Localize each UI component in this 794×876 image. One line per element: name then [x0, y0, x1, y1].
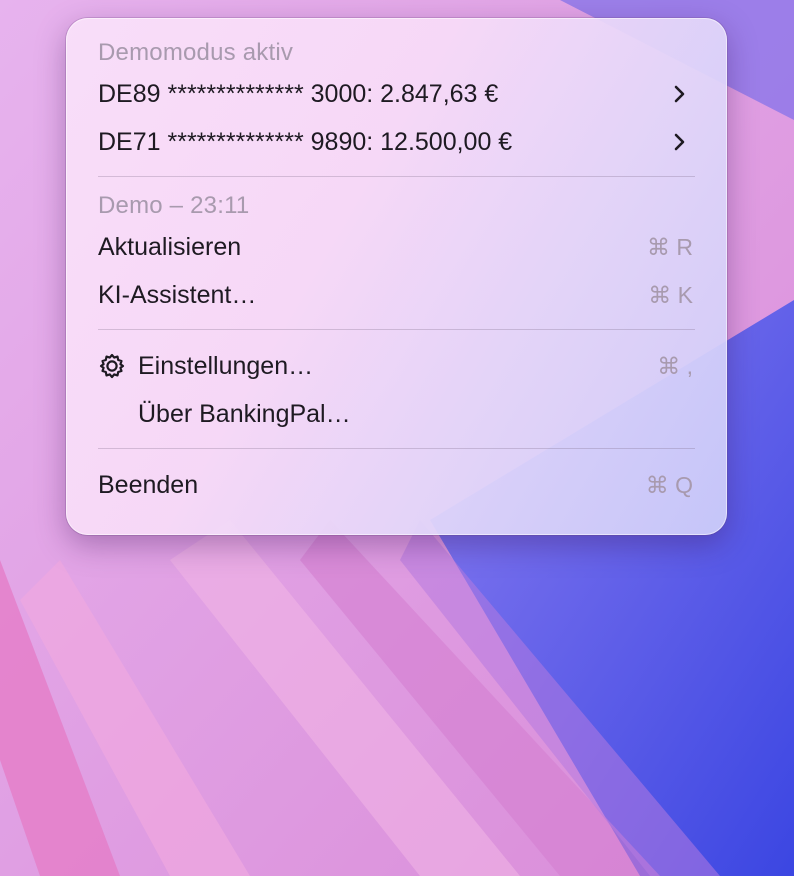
menu-item-label: Beenden [98, 471, 199, 499]
keyboard-shortcut: ⌘ , [657, 353, 693, 379]
account-label: DE71 ************** 9890: 12.500,00 € [98, 128, 513, 156]
settings-menu-item[interactable]: Einstellungen… ⌘ , [98, 342, 695, 390]
menu-separator [98, 329, 695, 330]
about-menu-item[interactable]: Über BankingPal… [98, 390, 695, 438]
account-item-de89[interactable]: DE89 ************** 3000: 2.847,63 € [98, 70, 695, 118]
menu-separator [98, 176, 695, 177]
account-item-de71[interactable]: DE71 ************** 9890: 12.500,00 € [98, 118, 695, 166]
keyboard-shortcut: ⌘ Q [645, 472, 693, 498]
gear-icon [99, 353, 125, 379]
chevron-right-icon [674, 133, 685, 151]
status-bar-menu: Demomodus aktiv DE89 ************** 3000… [66, 18, 727, 535]
ai-assistant-menu-item[interactable]: KI-Assistent… ⌘ K [98, 271, 695, 319]
account-label: DE89 ************** 3000: 2.847,63 € [98, 80, 499, 108]
menu-item-label: KI-Assistent… [98, 281, 257, 309]
keyboard-shortcut: ⌘ R [647, 234, 693, 260]
section-header-demo-mode: Demomodus aktiv [98, 39, 294, 66]
chevron-right-icon [674, 85, 685, 103]
keyboard-shortcut: ⌘ K [648, 282, 693, 308]
menu-item-label: Einstellungen… [138, 352, 314, 380]
menu-separator [98, 448, 695, 449]
menu-item-label: Über BankingPal… [138, 400, 351, 428]
menu-item-label: Aktualisieren [98, 233, 242, 261]
refresh-menu-item[interactable]: Aktualisieren ⌘ R [98, 223, 695, 271]
quit-menu-item[interactable]: Beenden ⌘ Q [98, 461, 695, 509]
section-header-demo-time: Demo – 23:11 [98, 192, 250, 219]
